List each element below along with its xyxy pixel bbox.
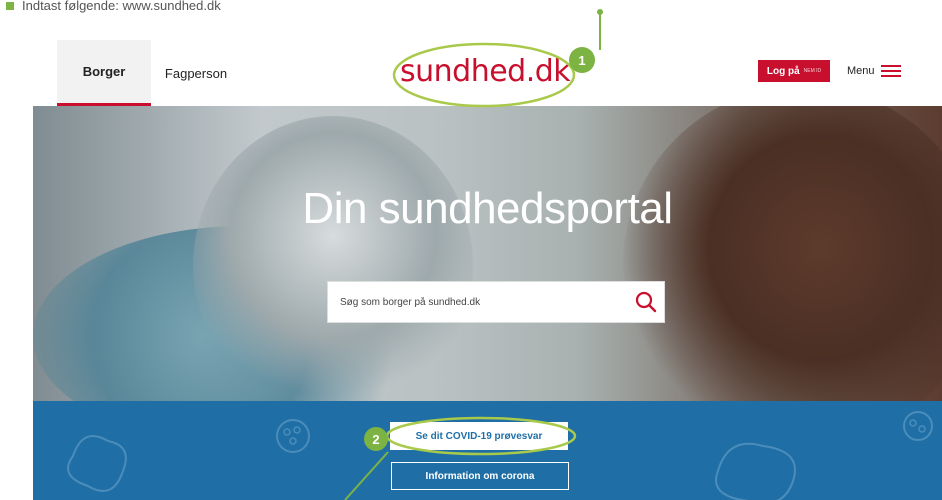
logo-main: sundhed (400, 54, 526, 89)
caption-text: Indtast følgende: www.sundhed.dk (22, 0, 221, 13)
tab-fagperson-label: Fagperson (164, 65, 228, 81)
covid-test-result-button[interactable]: Se dit COVID-19 prøvesvar (390, 422, 568, 450)
menu-button[interactable]: Menu (847, 60, 901, 82)
logo-tld: dk (534, 54, 571, 89)
virus-decoration-icon (715, 442, 796, 500)
search-box (327, 281, 665, 323)
virus-decoration-icon (67, 435, 127, 492)
hero-photo-shape (193, 116, 473, 401)
sundhed-logo[interactable]: sundhed.dk (400, 54, 571, 89)
login-sub-label: NEM ID (803, 68, 822, 74)
search-input[interactable] (328, 282, 628, 322)
menu-label: Menu (847, 65, 875, 77)
corona-information-button[interactable]: Information om corona (391, 462, 569, 490)
search-button[interactable] (628, 282, 664, 322)
hamburger-icon (880, 64, 901, 78)
caption-bullet-icon (6, 2, 14, 10)
tab-fagperson[interactable]: Fagperson (151, 40, 241, 106)
virus-decoration-icon (276, 419, 310, 453)
login-button[interactable]: Log på NEM ID (758, 60, 830, 82)
login-label: Log på (766, 65, 800, 77)
tab-borger-label: Borger (82, 64, 126, 79)
search-icon (635, 291, 657, 313)
logo-dot: . (525, 54, 536, 89)
virus-decoration-icon (903, 411, 933, 441)
hero-banner: Din sundhedsportal (33, 106, 942, 401)
hero-title: Din sundhedsportal (302, 184, 673, 233)
covid-action-band: Se dit COVID-19 prøvesvar Information om… (33, 401, 942, 500)
hero-photo-shape (623, 106, 942, 401)
instruction-caption: Indtast følgende: www.sundhed.dk (0, 0, 942, 14)
site-header: Borger Fagperson sundhed.dk Log på NEM I… (0, 40, 942, 106)
tab-borger[interactable]: Borger (57, 40, 151, 106)
